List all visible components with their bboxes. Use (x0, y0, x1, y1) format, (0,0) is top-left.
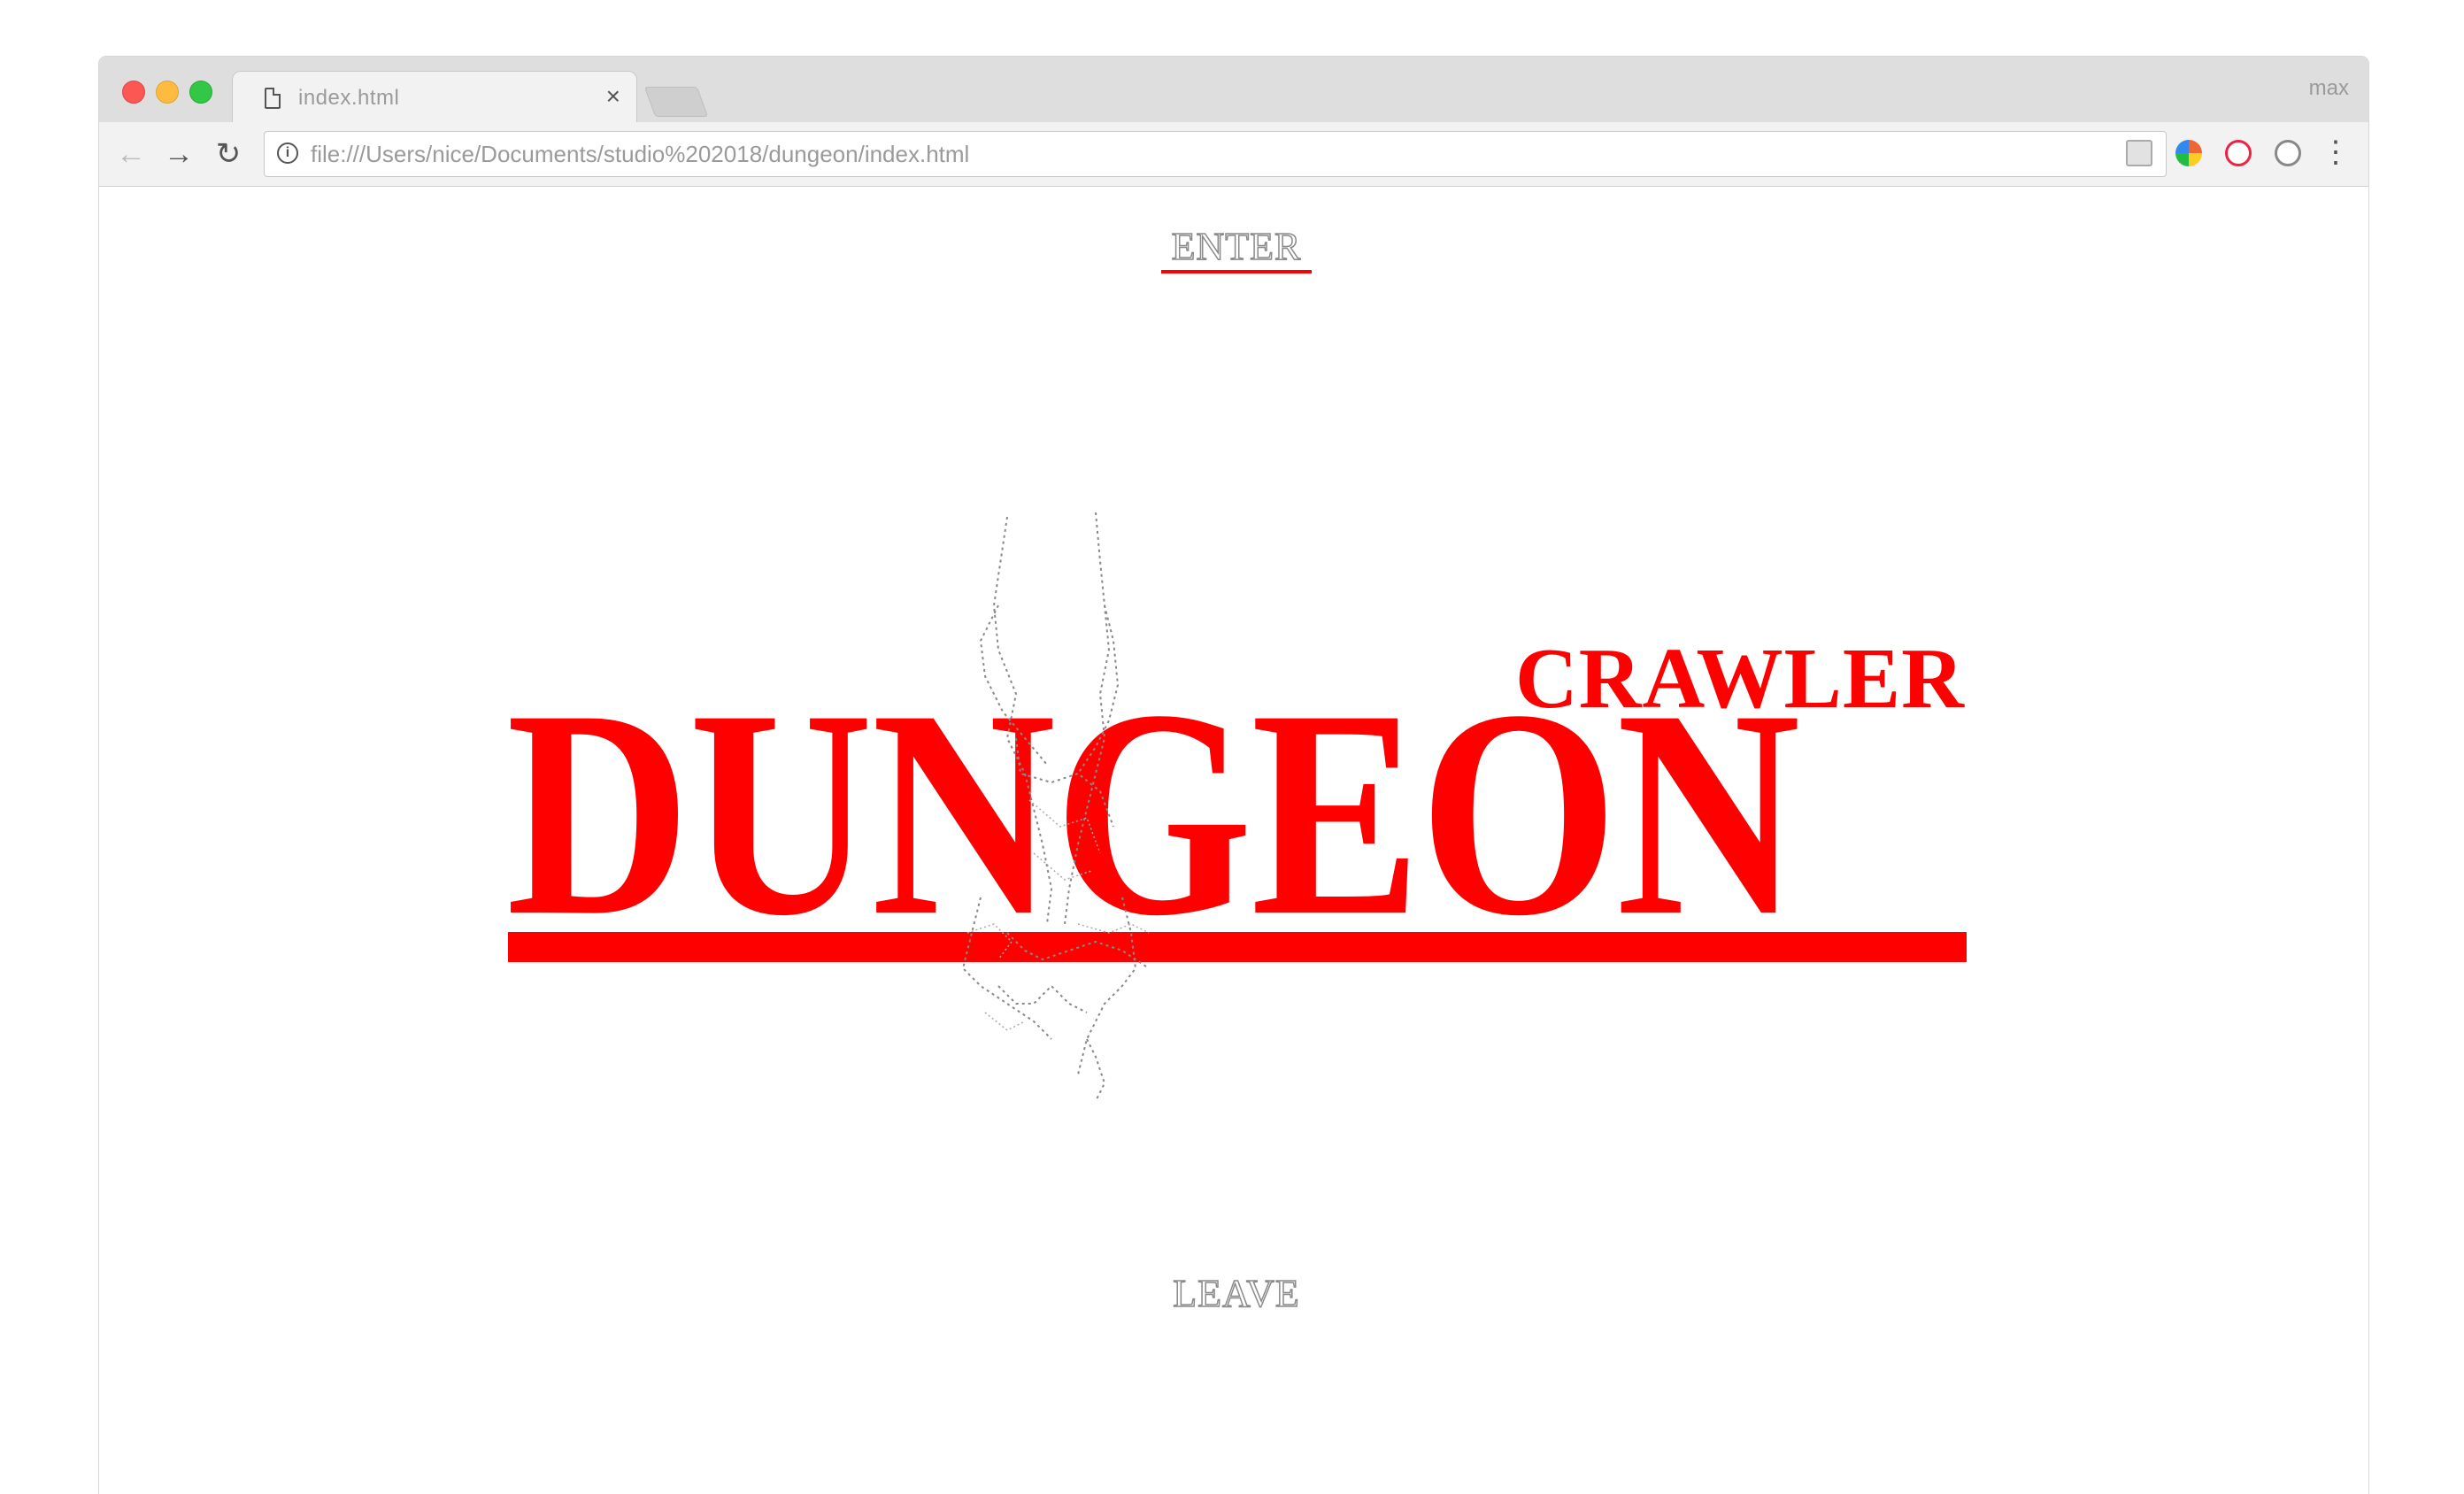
file-icon (265, 88, 281, 109)
minimize-window-button[interactable] (156, 81, 179, 104)
profile-name[interactable]: max (2309, 76, 2349, 101)
title-bar: index.html × max (99, 57, 2368, 123)
browser-window: index.html × max ← → ↻ i file:///Users/n… (99, 57, 2368, 1494)
reload-icon[interactable]: ↻ (211, 136, 246, 172)
close-tab-icon[interactable]: × (606, 84, 620, 109)
toolbar: ← → ↻ i file:///Users/nice/Documents/stu… (99, 122, 2368, 187)
new-tab-button[interactable] (643, 87, 709, 117)
kebab-menu-icon[interactable]: ⋮ (2321, 135, 2351, 170)
extension-icon-1[interactable] (2126, 140, 2152, 166)
enter-link[interactable]: ENTER (1161, 224, 1312, 269)
tab-title: index.html (298, 86, 400, 110)
leave-link[interactable]: LEAVE (1161, 1271, 1312, 1316)
close-window-button[interactable] (122, 81, 145, 104)
forward-icon[interactable]: → (161, 136, 196, 172)
address-bar[interactable]: i file:///Users/nice/Documents/studio%20… (264, 131, 2167, 177)
enter-underline (1161, 270, 1312, 273)
url-text[interactable]: file:///Users/nice/Documents/studio%2020… (311, 141, 969, 168)
extension-icon-3[interactable] (2225, 140, 2252, 166)
color-picker-extension-icon[interactable] (2175, 140, 2202, 166)
info-icon[interactable]: i (277, 142, 298, 164)
tab-index[interactable]: index.html × (232, 71, 637, 123)
logo-underline-bar (508, 932, 1967, 962)
logo-title: DUNGEON (506, 649, 1800, 977)
back-icon[interactable]: ← (113, 136, 149, 172)
extension-icon-4[interactable] (2275, 140, 2301, 166)
maximize-window-button[interactable] (189, 81, 212, 104)
page-content: ENTER CRAWLER DUNGEON LEAVE (99, 187, 2368, 1494)
